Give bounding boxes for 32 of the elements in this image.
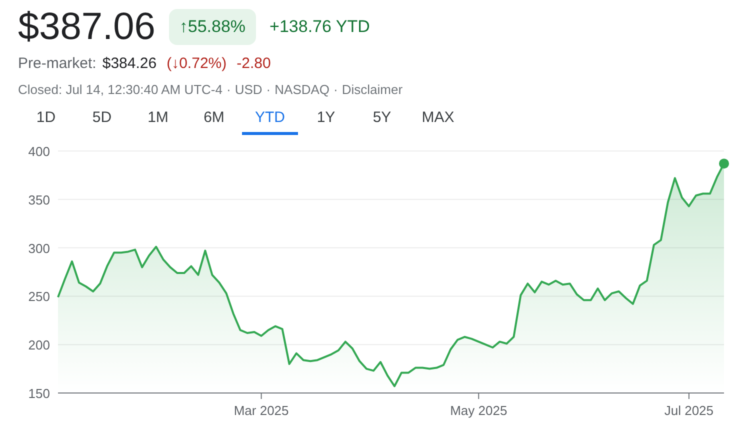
pre-market-change: -2.80 <box>236 54 271 74</box>
pre-market-percent: (↓0.72%) <box>166 54 227 74</box>
x-axis-label: Jul 2025 <box>664 403 714 418</box>
range-tab[interactable]: 5D <box>74 105 130 135</box>
currency-label: USD <box>234 80 262 98</box>
separator-dot: · <box>266 80 271 98</box>
range-tab[interactable]: YTD <box>242 105 298 135</box>
y-axis-label: 150 <box>28 386 50 401</box>
range-tab[interactable]: MAX <box>410 105 466 135</box>
y-axis-label: 400 <box>28 144 50 159</box>
range-tab[interactable]: 1D <box>18 105 74 135</box>
x-axis-label: May 2025 <box>450 403 508 418</box>
y-axis-label: 350 <box>28 192 50 208</box>
y-axis-label: 200 <box>28 338 50 353</box>
exchange-label: NASDAQ <box>274 80 330 98</box>
range-tab[interactable]: 6M <box>186 105 242 135</box>
pre-market-label: Pre-market: <box>18 54 96 74</box>
separator-dot: · <box>226 80 231 98</box>
stock-price: $387.06 <box>18 5 156 50</box>
range-tab[interactable]: 1M <box>130 105 186 135</box>
x-axis-label: Mar 2025 <box>234 403 289 418</box>
disclaimer-link[interactable]: Disclaimer <box>342 80 403 99</box>
y-axis-label: 300 <box>28 240 50 256</box>
pre-market-price: $384.26 <box>102 54 157 74</box>
separator-dot: · <box>334 80 338 98</box>
closed-time: Closed: Jul 14, 12:30:40 AM UTC-4 <box>18 80 222 98</box>
change-percent-badge: ↑55.88% <box>169 9 256 45</box>
range-tab[interactable]: 1Y <box>298 105 354 135</box>
last-point-marker <box>719 158 729 169</box>
change-amount: +138.76 YTD <box>270 16 370 38</box>
range-tab[interactable]: 5Y <box>354 105 410 135</box>
y-axis-label: 250 <box>28 289 50 304</box>
